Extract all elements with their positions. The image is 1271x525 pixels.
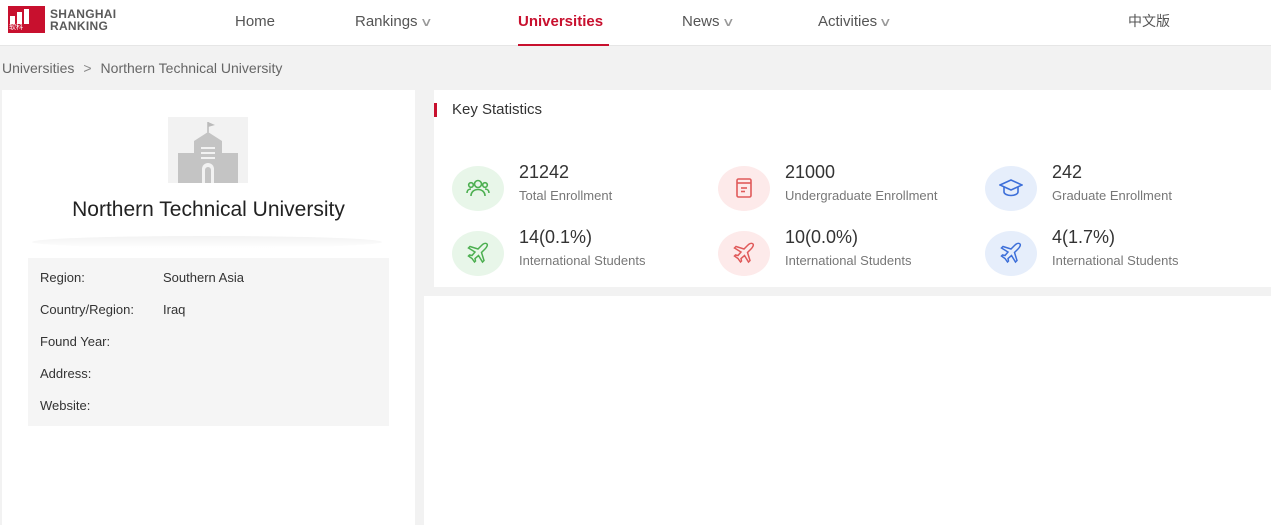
book-icon bbox=[718, 166, 770, 211]
breadcrumb: Universities > Northern Technical Universi… bbox=[2, 60, 282, 76]
info-row-region: Region: Southern Asia bbox=[40, 270, 244, 285]
active-nav-indicator bbox=[518, 44, 609, 46]
top-header: 软科 SHANGHAI RANKING Home Rankings ∨ Unive… bbox=[0, 0, 1271, 46]
chevron-right-icon: > bbox=[83, 60, 92, 76]
content-panel bbox=[424, 296, 1271, 525]
university-building-icon bbox=[168, 117, 248, 183]
plane-icon bbox=[985, 231, 1037, 276]
nav-rankings[interactable]: Rankings ∨ bbox=[355, 11, 433, 33]
stat-value: 242 bbox=[1052, 162, 1083, 182]
stat-label: International Students bbox=[1052, 253, 1179, 268]
university-profile-panel: Northern Technical University Region: Sou… bbox=[2, 90, 415, 525]
graduation-cap-icon bbox=[985, 166, 1037, 211]
university-info-box: Region: Southern Asia Country/Region: Iraq… bbox=[28, 258, 389, 426]
section-marker bbox=[434, 103, 437, 117]
chevron-down-icon: ∨ bbox=[419, 15, 433, 29]
chevron-down-icon: ∨ bbox=[878, 15, 893, 29]
chevron-down-icon: ∨ bbox=[721, 15, 735, 29]
divider bbox=[32, 236, 382, 248]
brand-name: SHANGHAI RANKING bbox=[50, 6, 117, 33]
breadcrumb-current: Northern Technical University bbox=[100, 60, 283, 76]
logo-mark-text: 软科 bbox=[9, 23, 23, 31]
stat-label: Undergraduate Enrollment bbox=[785, 188, 938, 203]
breadcrumb-universities[interactable]: Universities bbox=[2, 60, 74, 76]
users-icon bbox=[452, 166, 504, 211]
key-statistics-panel: Key Statistics 21242 Total Enrollment 21… bbox=[434, 90, 1271, 287]
language-switch[interactable]: 中文版 bbox=[1128, 11, 1170, 33]
info-row-found-year: Found Year: bbox=[40, 334, 111, 349]
stat-label: International Students bbox=[785, 253, 912, 268]
nav-activities[interactable]: Activities ∨ bbox=[818, 11, 893, 33]
nav-home[interactable]: Home bbox=[235, 11, 275, 33]
stat-label: Total Enrollment bbox=[519, 188, 613, 203]
stat-value: 21242 bbox=[519, 162, 570, 182]
nav-universities[interactable]: Universities bbox=[518, 11, 603, 33]
stat-value: 14(0.1%) bbox=[519, 227, 593, 247]
plane-icon bbox=[718, 231, 770, 276]
stat-value: 10(0.0%) bbox=[785, 227, 859, 247]
nav-news[interactable]: News ∨ bbox=[682, 11, 735, 33]
brand-logo[interactable]: 软科 SHANGHAI RANKING bbox=[8, 6, 116, 33]
info-row-website: Website: bbox=[40, 398, 91, 413]
stat-label: International Students bbox=[519, 253, 646, 268]
plane-icon bbox=[452, 231, 504, 276]
stat-label: Graduate Enrollment bbox=[1052, 188, 1172, 203]
info-row-address: Address: bbox=[40, 366, 92, 381]
university-name: Northern Technical University bbox=[72, 198, 345, 221]
key-statistics-title: Key Statistics bbox=[452, 101, 543, 118]
stat-value: 21000 bbox=[785, 162, 836, 182]
info-row-country: Country/Region: Iraq bbox=[40, 302, 186, 317]
stat-value: 4(1.7%) bbox=[1052, 227, 1116, 247]
logo-mark-icon: 软科 bbox=[8, 6, 45, 33]
